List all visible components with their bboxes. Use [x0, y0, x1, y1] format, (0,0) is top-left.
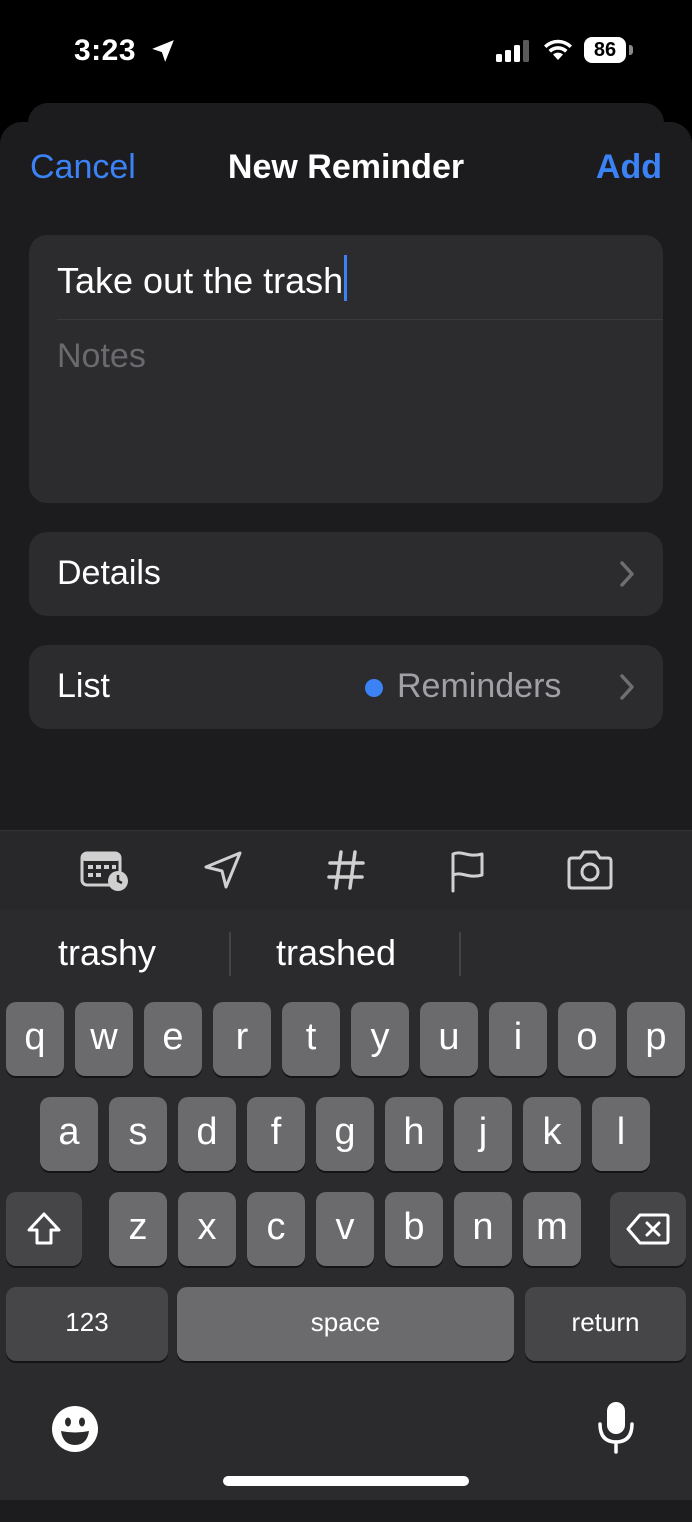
microphone-icon[interactable] — [596, 1400, 636, 1456]
keyboard: trashy trashed q w e r t y u i o p a s d… — [0, 910, 692, 1500]
quick-toolbar — [0, 830, 692, 911]
key-p[interactable]: p — [627, 1002, 685, 1076]
list-value: Reminders — [397, 667, 562, 705]
wifi-icon — [544, 39, 572, 60]
camera-icon[interactable] — [566, 849, 614, 891]
key-y[interactable]: y — [351, 1002, 409, 1076]
status-time: 3:23 — [74, 34, 137, 67]
flag-icon[interactable] — [448, 849, 488, 893]
location-services-icon — [152, 40, 174, 62]
key-g[interactable]: g — [316, 1097, 374, 1171]
details-row[interactable]: Details — [29, 532, 663, 616]
chevron-right-icon — [620, 561, 634, 587]
suggestion-2[interactable]: trashed — [276, 932, 396, 974]
cellular-signal-icon — [496, 40, 529, 62]
location-icon[interactable] — [202, 849, 244, 891]
key-e[interactable]: e — [144, 1002, 202, 1076]
key-d[interactable]: d — [178, 1097, 236, 1171]
list-label: List — [57, 667, 110, 705]
battery-cap — [629, 45, 633, 55]
reminder-title-text: Take out the trash — [57, 260, 344, 301]
key-j[interactable]: j — [454, 1097, 512, 1171]
suggestion-1[interactable]: trashy — [58, 932, 156, 974]
details-label: Details — [57, 554, 161, 592]
space-key[interactable]: space — [177, 1287, 514, 1361]
notes-field[interactable]: Notes — [57, 337, 146, 376]
date-time-icon[interactable] — [80, 849, 130, 893]
status-bar: 3:23 86 — [0, 0, 692, 100]
tag-icon[interactable] — [326, 849, 366, 891]
suggestion-divider — [229, 932, 231, 976]
key-v[interactable]: v — [316, 1192, 374, 1266]
key-c[interactable]: c — [247, 1192, 305, 1266]
reminder-title-field[interactable]: Take out the trash — [57, 255, 348, 302]
key-i[interactable]: i — [489, 1002, 547, 1076]
key-m[interactable]: m — [523, 1192, 581, 1266]
numbers-key[interactable]: 123 — [6, 1287, 168, 1361]
key-f[interactable]: f — [247, 1097, 305, 1171]
list-row[interactable]: List Reminders — [29, 645, 663, 729]
key-r[interactable]: r — [213, 1002, 271, 1076]
key-o[interactable]: o — [558, 1002, 616, 1076]
chevron-right-icon — [620, 674, 634, 700]
shift-icon — [27, 1212, 61, 1245]
battery-indicator: 86 — [584, 37, 626, 63]
key-a[interactable]: a — [40, 1097, 98, 1171]
key-b[interactable]: b — [385, 1192, 443, 1266]
key-u[interactable]: u — [420, 1002, 478, 1076]
text-cursor — [344, 255, 348, 301]
key-w[interactable]: w — [75, 1002, 133, 1076]
return-key[interactable]: return — [525, 1287, 686, 1361]
delete-key[interactable] — [610, 1192, 686, 1266]
key-l[interactable]: l — [592, 1097, 650, 1171]
key-k[interactable]: k — [523, 1097, 581, 1171]
key-h[interactable]: h — [385, 1097, 443, 1171]
reminder-card: Take out the trash Notes — [29, 235, 663, 503]
home-indicator — [223, 1476, 469, 1486]
key-x[interactable]: x — [178, 1192, 236, 1266]
emoji-icon[interactable] — [50, 1404, 100, 1454]
key-n[interactable]: n — [454, 1192, 512, 1266]
suggestion-divider — [459, 932, 461, 976]
list-color-dot — [365, 679, 383, 697]
key-t[interactable]: t — [282, 1002, 340, 1076]
divider — [57, 319, 663, 320]
add-button[interactable]: Add — [596, 148, 662, 187]
shift-key[interactable] — [6, 1192, 82, 1266]
cancel-button[interactable]: Cancel — [30, 148, 136, 187]
key-q[interactable]: q — [6, 1002, 64, 1076]
key-z[interactable]: z — [109, 1192, 167, 1266]
delete-icon — [626, 1213, 670, 1245]
key-s[interactable]: s — [109, 1097, 167, 1171]
